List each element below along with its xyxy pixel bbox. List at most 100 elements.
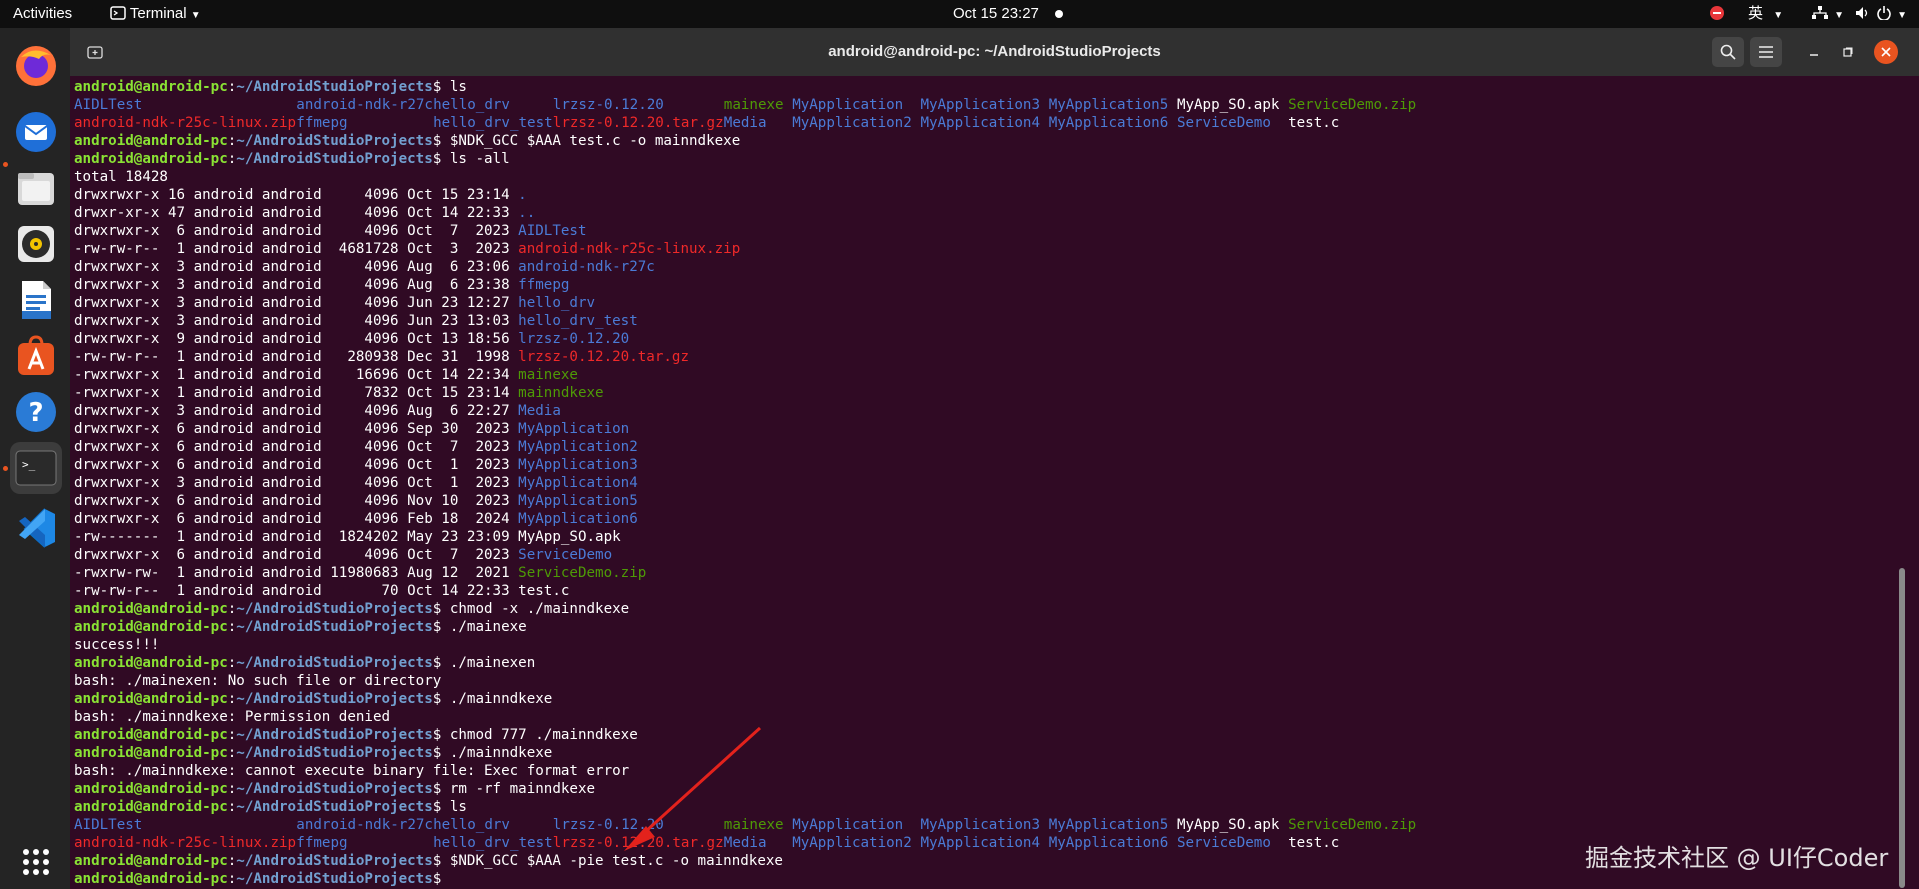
chevron-down-icon: ▼ — [1773, 10, 1784, 21]
terminal-line: -rw-rw-r-- 1 android android 70 Oct 14 2… — [74, 582, 1874, 600]
terminal-line: -rwxrwxr-x 1 android android 16696 Oct 1… — [74, 366, 1874, 384]
command-text: ./mainexen — [441, 655, 536, 671]
input-method-label: 英 — [1748, 5, 1764, 22]
prompt-path: ~/AndroidStudioProjects — [236, 79, 433, 95]
running-indicator-icon — [3, 162, 8, 167]
rhythmbox-icon[interactable] — [10, 218, 62, 270]
terminal-line: android-ndk-r25c-linux.zip ffmepg hello_dr… — [74, 114, 1874, 132]
file-name: ServiceDemo — [518, 547, 613, 563]
input-method-menu[interactable]: 英 ▼ — [1748, 0, 1783, 28]
power-icon[interactable]: ▼ — [1877, 0, 1907, 28]
file-name: MyApplication4 — [518, 475, 638, 491]
terminal-line: drwxrwxr-x 6 android android 4096 Oct 7 … — [74, 222, 1874, 240]
notification-dot-icon — [1055, 10, 1064, 18]
file-name: lrzsz-0.12.20.tar.gz — [552, 835, 724, 851]
prompt-separator: : — [227, 655, 237, 671]
file-name: MyApplication6 — [1048, 115, 1169, 131]
file-name: android-ndk-r27c — [296, 817, 433, 833]
output-text: bash: ./mainexen: No such file or direct… — [74, 673, 442, 689]
terminal-line: drwxrwxr-x 6 android android 4096 Feb 18… — [74, 510, 1874, 528]
search-icon — [1720, 44, 1736, 60]
volume-icon[interactable] — [1855, 0, 1871, 28]
clock[interactable]: Oct 15 23:27 — [953, 0, 1064, 28]
vscode-icon[interactable] — [10, 502, 62, 554]
new-tab-button[interactable] — [79, 37, 111, 67]
command-text: ls -all — [441, 151, 510, 167]
app-menu-button[interactable]: Terminal ▼ — [110, 0, 201, 28]
maximize-icon — [1843, 47, 1853, 57]
scrollbar[interactable] — [1899, 568, 1905, 888]
app-center-icon[interactable] — [10, 330, 62, 382]
terminal-line: drwxrwxr-x 6 android android 4096 Oct 1 … — [74, 456, 1874, 474]
terminal-window: android@android-pc: ~/AndroidStudioProje… — [70, 28, 1919, 889]
terminal-line: -rw------- 1 android android 1824202 May… — [74, 528, 1874, 546]
top-bar: Activities Terminal ▼ Oct 15 23:27 英 ▼ ▼… — [0, 0, 1919, 28]
terminal-output[interactable]: android@android-pc:~/AndroidStudioProjec… — [74, 78, 1874, 889]
network-icon[interactable]: ▼ — [1812, 0, 1844, 28]
file-metadata: drwxrwxr-x 16 android android 4096 Oct 1… — [74, 187, 519, 203]
file-name: android-ndk-r25c-linux.zip — [74, 115, 297, 131]
terminal-line: drwxrwxr-x 3 android android 4096 Aug 6 … — [74, 402, 1874, 420]
file-name: mainexe — [518, 367, 578, 383]
terminal-line: AIDLTest android-ndk-r27c hello_drv lrzsz-0… — [74, 816, 1874, 834]
terminal-line: android@android-pc:~/AndroidStudioProjec… — [74, 798, 1874, 816]
svg-text:?: ? — [28, 398, 43, 428]
terminal-icon[interactable]: >_ — [10, 442, 62, 494]
prompt-path: ~/AndroidStudioProjects — [236, 727, 433, 743]
file-name: MyApplication4 — [920, 115, 1041, 131]
prompt-separator: : — [227, 619, 237, 635]
prompt-path: ~/AndroidStudioProjects — [236, 745, 433, 761]
file-name: AIDLTest — [74, 817, 143, 833]
file-metadata: -rw------- 1 android android 1824202 May… — [74, 529, 519, 545]
output-text: total 18428 — [74, 169, 168, 185]
file-name: MyApplication4 — [920, 835, 1041, 851]
prompt-user-host: android@android-pc — [74, 727, 228, 743]
maximize-button[interactable] — [1832, 37, 1864, 67]
file-name: ServiceDemo — [1176, 115, 1271, 131]
show-apps-icon[interactable] — [10, 836, 62, 888]
file-name: ServiceDemo.zip — [1288, 97, 1417, 113]
menu-button[interactable] — [1750, 37, 1782, 67]
file-name: MyApplication5 — [1048, 97, 1169, 113]
terminal-line: drwxrwxr-x 6 android android 4096 Sep 30… — [74, 420, 1874, 438]
command-text: ls — [441, 799, 467, 815]
writer-icon[interactable] — [10, 274, 62, 326]
file-name: MyApp_SO.apk — [1176, 97, 1280, 113]
firefox-icon[interactable] — [10, 40, 62, 92]
terminal-line: drwxrwxr-x 3 android android 4096 Aug 6 … — [74, 258, 1874, 276]
file-metadata: drwxrwxr-x 6 android android 4096 Oct 7 … — [74, 439, 519, 455]
minimize-button[interactable] — [1798, 37, 1830, 67]
file-name: AIDLTest — [518, 223, 587, 239]
search-button[interactable] — [1712, 37, 1744, 67]
file-name: android-ndk-r25c-linux.zip — [518, 241, 741, 257]
file-name: MyApplication3 — [920, 97, 1041, 113]
header-bar: android@android-pc: ~/AndroidStudioProje… — [70, 28, 1919, 76]
prompt-separator: : — [227, 727, 237, 743]
prompt-user-host: android@android-pc — [74, 745, 228, 761]
file-name: MyApplication5 — [518, 493, 638, 509]
terminal-line: bash: ./mainndkexe: cannot execute binar… — [74, 762, 1874, 780]
close-button[interactable] — [1874, 40, 1898, 64]
chevron-down-icon: ▼ — [1897, 10, 1908, 21]
help-icon[interactable]: ? — [10, 386, 62, 438]
terminal-line: drwxrwxr-x 16 android android 4096 Oct 1… — [74, 186, 1874, 204]
thunderbird-icon[interactable] — [10, 106, 62, 158]
file-metadata: drwxrwxr-x 6 android android 4096 Oct 7 … — [74, 223, 519, 239]
prompt-user-host: android@android-pc — [74, 691, 228, 707]
output-text: bash: ./mainndkexe: cannot execute binar… — [74, 763, 630, 779]
prompt-path: ~/AndroidStudioProjects — [236, 619, 433, 635]
terminal-line: android@android-pc:~/AndroidStudioProjec… — [74, 132, 1874, 150]
terminal-line: drwxrwxr-x 3 android android 4096 Jun 23… — [74, 294, 1874, 312]
do-not-disturb-icon[interactable] — [1710, 0, 1724, 28]
file-name: Media — [723, 835, 767, 851]
prompt-separator: : — [227, 151, 237, 167]
app-menu-label: Terminal — [129, 5, 187, 22]
file-name: MyApp_SO.apk — [518, 529, 621, 545]
file-name: test.c — [1288, 115, 1340, 131]
command-text: ls — [441, 79, 467, 95]
activities-button[interactable]: Activities — [13, 0, 72, 28]
prompt-path: ~/AndroidStudioProjects — [236, 655, 433, 671]
file-metadata: drwxrwxr-x 6 android android 4096 Sep 30… — [74, 421, 519, 437]
terminal-line: drwxrwxr-x 6 android android 4096 Oct 7 … — [74, 546, 1874, 564]
files-icon[interactable] — [10, 162, 62, 214]
